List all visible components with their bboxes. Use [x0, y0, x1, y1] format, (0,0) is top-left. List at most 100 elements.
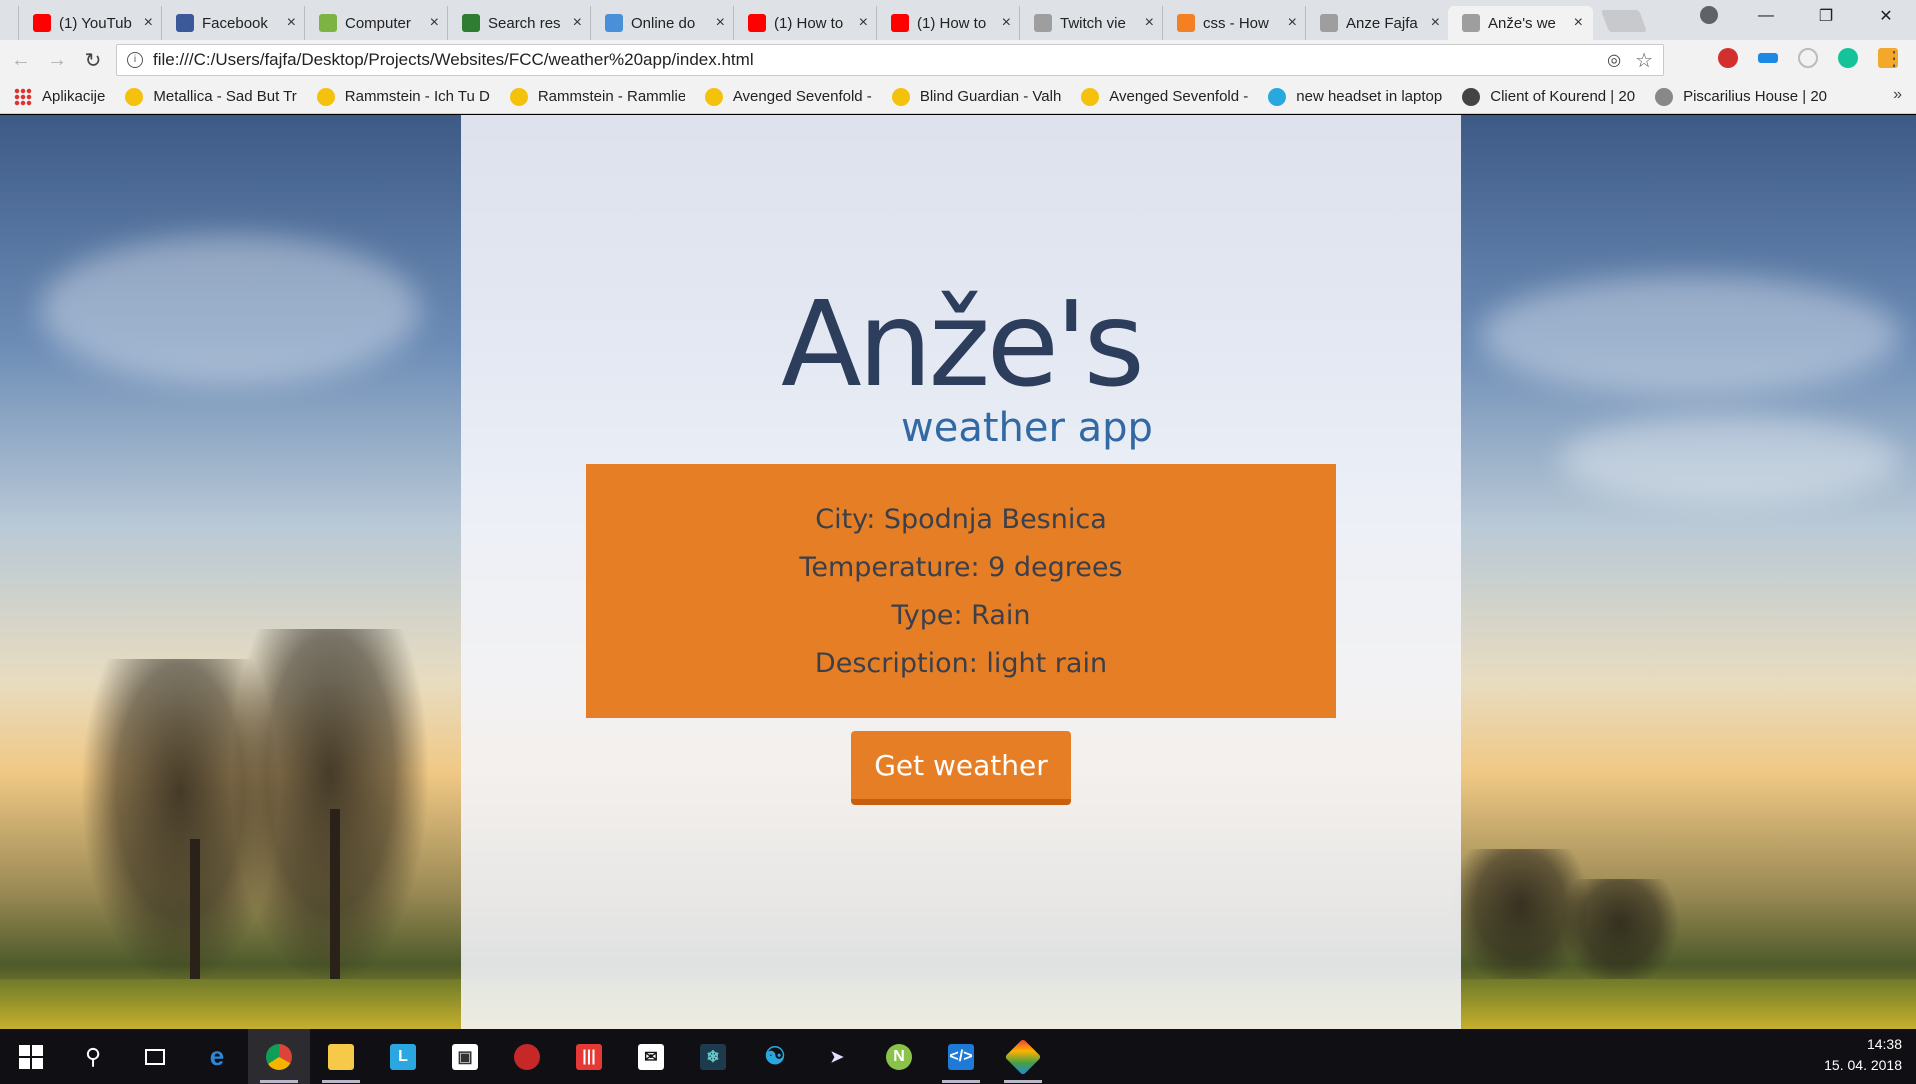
browser-tab[interactable]: Online do ×	[590, 6, 735, 40]
mail-icon[interactable]: ✉	[620, 1029, 682, 1084]
bookmark-label: Client of Kourend | 20	[1490, 88, 1636, 105]
tree-trunk	[330, 809, 340, 999]
snowflake-app-icon[interactable]: ❄	[682, 1029, 744, 1084]
bookmarks-bar: Aplikacije Metallica - Sad But Tr Rammstei…	[0, 80, 1916, 114]
site-info-icon[interactable]: i	[127, 52, 143, 68]
rocket-app-icon[interactable]: ➤	[806, 1029, 868, 1084]
browser-tab[interactable]: Anže's we ×	[1448, 6, 1593, 40]
tab-title: Search res	[488, 14, 561, 32]
new-tab-button[interactable]	[1600, 10, 1648, 32]
skull-icon	[1462, 87, 1481, 106]
tab-title: Computer	[345, 14, 411, 32]
vscode-icon[interactable]: </>	[930, 1029, 992, 1084]
browser-tab[interactable]: (1) How to ×	[733, 6, 878, 40]
circle-extension-icon[interactable]	[1798, 48, 1818, 68]
restore-icon[interactable]: ❐	[1796, 6, 1856, 26]
bookmark-item[interactable]: Avenged Sevenfold -	[704, 87, 872, 106]
grammarly-extension-icon[interactable]	[1838, 48, 1858, 68]
tab-close-icon[interactable]: ×	[1574, 14, 1583, 32]
forward-icon[interactable]: →	[42, 49, 72, 72]
tab-title: Anze Fajfa	[1346, 14, 1418, 32]
tab-close-icon[interactable]: ×	[1288, 14, 1297, 32]
page-icon	[1320, 14, 1338, 32]
youtube-icon	[33, 14, 51, 32]
browser-tab[interactable]: Computer ×	[304, 6, 449, 40]
n-app-icon[interactable]: N	[868, 1029, 930, 1084]
page-icon	[1034, 14, 1052, 32]
close-window-icon[interactable]: ✕	[1856, 6, 1916, 26]
browser-tab[interactable]: Search res ×	[447, 6, 592, 40]
search-icon[interactable]: ⚲	[62, 1029, 124, 1084]
reload-icon[interactable]: ↻	[78, 48, 108, 73]
bookmark-item[interactable]: Blind Guardian - Valh	[891, 87, 1062, 106]
bookmark-item[interactable]: Rammstein - Rammlie	[509, 87, 685, 106]
browser-tab[interactable]: (1) How to ×	[876, 6, 1021, 40]
tab-close-icon[interactable]: ×	[287, 14, 296, 32]
store-icon[interactable]: ▣	[434, 1029, 496, 1084]
page-viewport: Anže's weather app City: Spodnja Besnica…	[0, 115, 1916, 1029]
tab-strip: (1) YouTub × Facebook × Computer × Search res ×…	[0, 0, 1916, 40]
background-cloud	[1560, 415, 1900, 505]
windows-logo-icon	[19, 1044, 43, 1069]
start-button[interactable]	[0, 1029, 62, 1084]
bookmark-label: Piscarilius House | 20	[1683, 88, 1828, 105]
file-explorer-icon[interactable]	[310, 1029, 372, 1084]
bookmark-item[interactable]: Metallica - Sad But Tr	[125, 87, 297, 106]
browser-tab[interactable]: Twitch vie ×	[1019, 6, 1164, 40]
shield-g-icon	[891, 87, 910, 106]
shield-g-icon	[316, 87, 335, 106]
edge-icon[interactable]: e	[186, 1029, 248, 1084]
bookmark-label: Metallica - Sad But Tr	[153, 88, 297, 105]
bookmark-item[interactable]: Avenged Sevenfold -	[1081, 87, 1249, 106]
tree-trunk	[190, 839, 200, 999]
tab-title: Twitch vie	[1060, 14, 1126, 32]
location-target-icon[interactable]: ◎	[1607, 50, 1621, 70]
bookmark-label: Avenged Sevenfold -	[732, 88, 872, 105]
bookmark-label: Avenged Sevenfold -	[1109, 88, 1249, 105]
tab-close-icon[interactable]: ×	[716, 14, 725, 32]
network-app-icon[interactable]: ☯	[744, 1029, 806, 1084]
chrome-icon[interactable]	[248, 1029, 310, 1084]
profile-icon[interactable]	[1700, 6, 1718, 24]
red-app-icon[interactable]	[496, 1029, 558, 1084]
l-app-icon[interactable]: L	[372, 1029, 434, 1084]
stackoverflow-icon	[1177, 14, 1195, 32]
tab-close-icon[interactable]: ×	[430, 14, 439, 32]
git-kraken-icon[interactable]	[992, 1029, 1054, 1084]
bookmark-star-icon[interactable]: ☆	[1635, 48, 1653, 73]
browser-tab[interactable]: Facebook ×	[161, 6, 306, 40]
browser-tab[interactable]: Anze Fajfa ×	[1305, 6, 1450, 40]
tab-close-icon[interactable]: ×	[144, 14, 153, 32]
back-icon[interactable]: ←	[6, 49, 36, 72]
task-view-icon[interactable]	[124, 1029, 186, 1084]
address-bar[interactable]: i file:///C:/Users/fajfa/Desktop/Project…	[116, 44, 1664, 76]
menu-dots-icon[interactable]: ⋮	[1884, 46, 1904, 71]
opera-extension-icon[interactable]	[1718, 48, 1738, 68]
background-cloud	[40, 235, 420, 385]
tab-close-icon[interactable]: ×	[1002, 14, 1011, 32]
browser-tab[interactable]: (1) YouTub ×	[18, 6, 163, 40]
tab-close-icon[interactable]: ×	[1431, 14, 1440, 32]
bookmarks-overflow-icon[interactable]: »	[1893, 86, 1902, 104]
system-clock[interactable]: 14:38 15. 04. 2018	[1824, 1034, 1902, 1076]
browser-tab[interactable]: css - How ×	[1162, 6, 1307, 40]
tab-title: css - How	[1203, 14, 1269, 32]
barcode-app-icon[interactable]: |||	[558, 1029, 620, 1084]
swap-extension-icon[interactable]	[1758, 53, 1778, 63]
type-text: Type: Rain	[891, 599, 1031, 631]
minimize-icon[interactable]: —	[1736, 7, 1796, 25]
bookmark-item[interactable]: Piscarilius House | 20	[1655, 87, 1828, 106]
apps-grid-icon	[14, 87, 32, 106]
bookmark-label: Blind Guardian - Valh	[919, 88, 1062, 105]
background-cloud	[1480, 275, 1900, 395]
tab-close-icon[interactable]: ×	[1145, 14, 1154, 32]
bookmark-item[interactable]: Client of Kourend | 20	[1462, 87, 1636, 106]
bookmark-item[interactable]: Rammstein - Ich Tu D	[316, 87, 490, 106]
bookmark-item[interactable]: Aplikacije	[14, 87, 105, 106]
tab-close-icon[interactable]: ×	[573, 14, 582, 32]
tab-close-icon[interactable]: ×	[859, 14, 868, 32]
bookmark-item[interactable]: new headset in laptop	[1268, 87, 1442, 106]
get-weather-button[interactable]: Get weather	[851, 731, 1071, 805]
weather-info-box: City: Spodnja Besnica Temperature: 9 deg…	[586, 464, 1336, 718]
address-url[interactable]: file:///C:/Users/fajfa/Desktop/Projects/…	[153, 50, 1607, 70]
